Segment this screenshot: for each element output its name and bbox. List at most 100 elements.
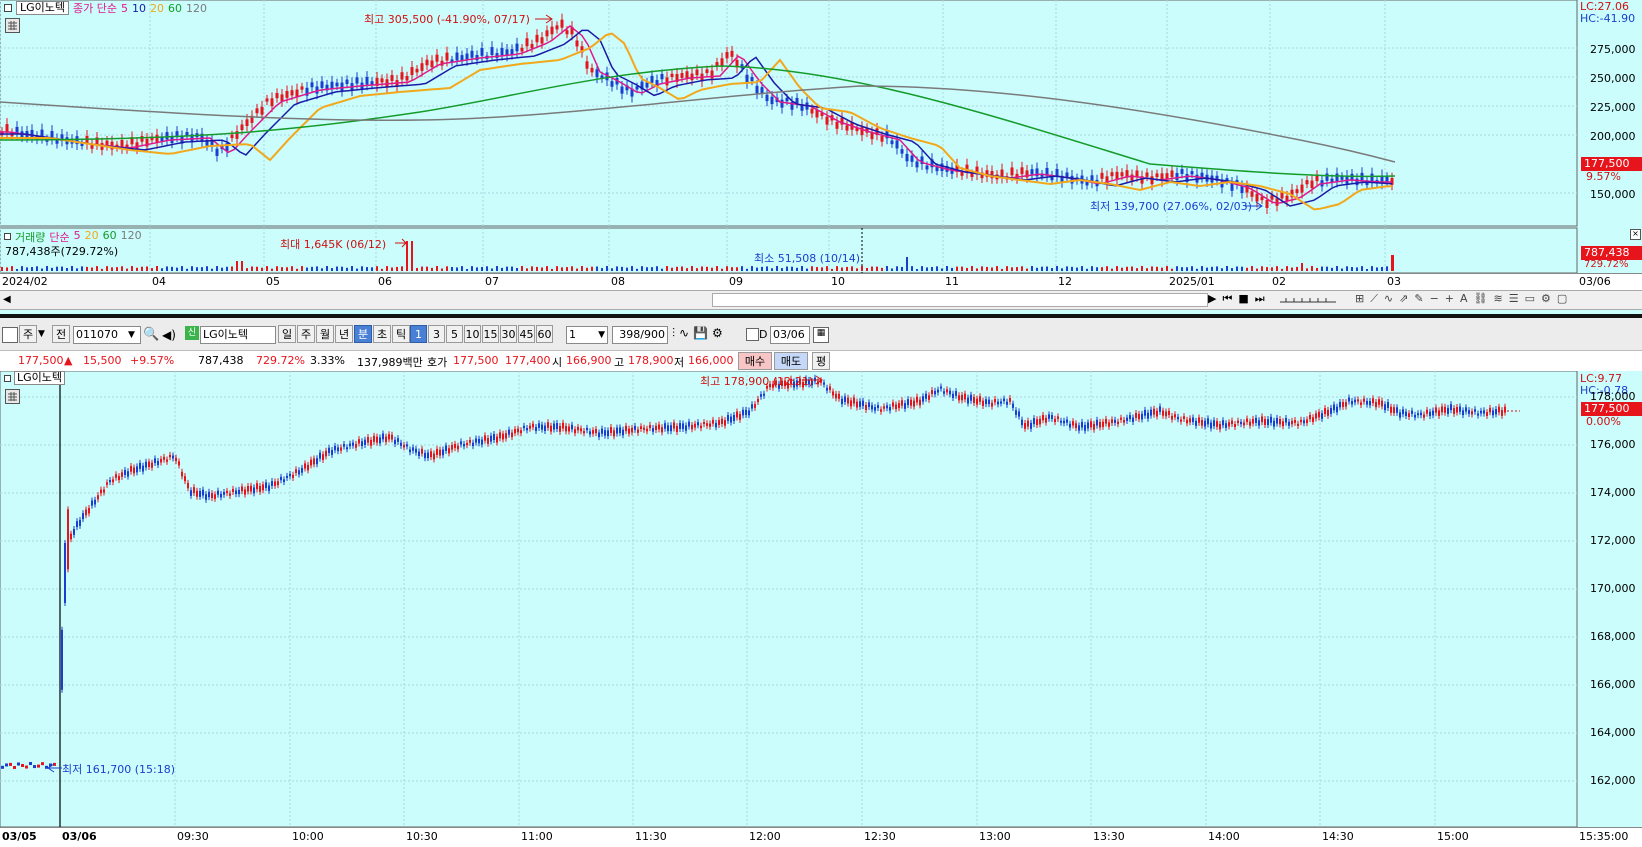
chart-scrollbar[interactable]: ◀ ▶ ⏮ ■ ⏭ ⊞ ⟋ ∿ ⇗ ✎ − + A ⛓ ≋ ☰ ▭ ⚙ ▢: [0, 290, 1642, 310]
box-icon[interactable]: ▭: [1525, 292, 1535, 306]
volume-bar: [1001, 268, 1003, 271]
lower-candle: [196, 490, 198, 497]
upper-stock-name[interactable]: LG이노텍: [16, 1, 70, 15]
lower-candle: [238, 489, 240, 495]
volume-bar: [106, 266, 108, 271]
window-icon[interactable]: ▢: [1557, 292, 1567, 306]
lower-candle: [211, 493, 213, 499]
period-button[interactable]: 분: [354, 325, 372, 343]
lower-candle: [1243, 422, 1245, 426]
upper-y-tick: 275,000: [1590, 43, 1636, 56]
scroll-left-icon[interactable]: ◀: [3, 294, 11, 305]
lower-candle: [604, 430, 606, 436]
scroll-thumb[interactable]: [712, 293, 1208, 307]
chart-type-icon[interactable]: ∿: [679, 326, 689, 341]
fib-icon[interactable]: ≋: [1494, 292, 1503, 306]
calendar-icon[interactable]: ▦: [813, 327, 829, 343]
lower-candle: [751, 404, 753, 409]
d-checkbox[interactable]: [746, 328, 759, 341]
ruler-icon[interactable]: [1280, 294, 1336, 304]
save-icon[interactable]: 💾: [693, 326, 708, 341]
forward-icon[interactable]: ⏭: [1255, 292, 1265, 306]
upper-x-tick: 04: [152, 275, 166, 288]
volume-bar: [611, 268, 613, 271]
lower-candle: [505, 433, 507, 439]
date-input[interactable]: 03/06: [770, 326, 810, 344]
lower-candle: [1186, 419, 1188, 424]
volume-bar: [406, 241, 408, 271]
lower-chart-svg[interactable]: [0, 371, 1642, 846]
play-right-icon[interactable]: ▶: [1208, 292, 1216, 306]
period-button[interactable]: 년: [335, 325, 353, 343]
buy-button[interactable]: 매수: [738, 352, 772, 370]
trendline-icon[interactable]: ⟋: [1370, 292, 1378, 306]
plus-icon[interactable]: +: [1445, 292, 1454, 306]
lower-candle: [427, 452, 429, 459]
period-button[interactable]: 주: [297, 325, 315, 343]
interval-button[interactable]: 60: [536, 325, 553, 343]
minus-icon[interactable]: −: [1430, 292, 1439, 306]
lower-candle: [151, 462, 153, 468]
volume-bar: [681, 266, 683, 271]
period-button[interactable]: 월: [316, 325, 334, 343]
upper-chart-panel[interactable]: LG이노텍 종가 단순 5 10 20 60 120 LC:27.06 HC:-…: [0, 0, 1642, 291]
chevron-down-icon[interactable]: ▼: [128, 326, 135, 344]
lower-candle: [1093, 423, 1095, 430]
lower-stock-name[interactable]: LG이노텍: [14, 371, 66, 385]
interval-button[interactable]: 1: [410, 325, 427, 343]
interval-button[interactable]: 15: [482, 325, 499, 343]
window-icon[interactable]: [2, 327, 18, 343]
interval-button[interactable]: 10: [464, 325, 481, 343]
arrow-tool-icon[interactable]: ⇗: [1399, 292, 1408, 306]
upper-candle: [320, 81, 324, 88]
speaker-icon[interactable]: ◀): [162, 326, 176, 344]
close-icon[interactable]: ×: [1630, 229, 1641, 240]
text-tool-icon[interactable]: A: [1460, 292, 1468, 306]
pen-icon[interactable]: ✎: [1414, 292, 1423, 306]
zoom-icon[interactable]: ⊞: [1355, 292, 1364, 306]
list-icon[interactable]: ☰: [1509, 292, 1519, 306]
period-a-button[interactable]: 주: [19, 325, 37, 343]
lower-candle: [1090, 421, 1092, 428]
indicator-icon[interactable]: ⫶: [672, 326, 675, 341]
upper-candle: [5, 124, 9, 133]
period-button[interactable]: 틱: [392, 325, 410, 343]
volume-bar: [1176, 266, 1178, 271]
gear-icon[interactable]: ⚙: [712, 326, 723, 341]
volume-bar: [1356, 267, 1358, 271]
chevron-down-icon[interactable]: ▼: [38, 325, 48, 343]
lower-candle: [649, 424, 651, 429]
upper-candle: [265, 98, 269, 102]
wave-icon[interactable]: ∿: [1384, 292, 1393, 306]
eval-button[interactable]: 평: [812, 352, 830, 370]
chevron-down-icon[interactable]: ▼: [598, 327, 605, 343]
lower-candle: [1228, 422, 1230, 427]
upper-chart-svg[interactable]: [0, 0, 1642, 278]
period-b-button[interactable]: 전: [52, 325, 70, 343]
lower-candle: [937, 389, 939, 393]
period-button[interactable]: 초: [373, 325, 391, 343]
upper-candle: [1240, 185, 1244, 194]
lower-candle: [1129, 415, 1131, 420]
period-button[interactable]: 일: [278, 325, 296, 343]
lower-candle: [1447, 407, 1449, 414]
lower-candle: [271, 481, 273, 486]
chart-grid-icon[interactable]: [5, 18, 20, 33]
search-icon[interactable]: 🔍: [143, 326, 159, 344]
rewind-icon[interactable]: ⏮: [1222, 292, 1232, 306]
lower-chart-panel[interactable]: LG이노텍 LC:9.77 HC:-0.78 177,500 0.00% 178…: [0, 371, 1642, 847]
volume-max-annotation: 최대 1,645K (06/12): [280, 238, 387, 251]
count-select[interactable]: 1 ▼: [566, 326, 608, 344]
chart-grid-icon[interactable]: [5, 389, 20, 404]
interval-button[interactable]: 45: [518, 325, 535, 343]
lower-candle: [490, 435, 492, 442]
interval-button[interactable]: 5: [446, 325, 463, 343]
link-icon[interactable]: ⛓: [1474, 292, 1488, 306]
upper-candle: [1030, 169, 1034, 175]
interval-button[interactable]: 3: [428, 325, 445, 343]
stop-icon[interactable]: ■: [1238, 292, 1248, 306]
settings-icon[interactable]: ⚙: [1541, 292, 1551, 306]
interval-button[interactable]: 30: [500, 325, 517, 343]
toolbar-stock-name[interactable]: LG이노텍: [200, 326, 276, 344]
sell-button[interactable]: 매도: [774, 352, 808, 370]
